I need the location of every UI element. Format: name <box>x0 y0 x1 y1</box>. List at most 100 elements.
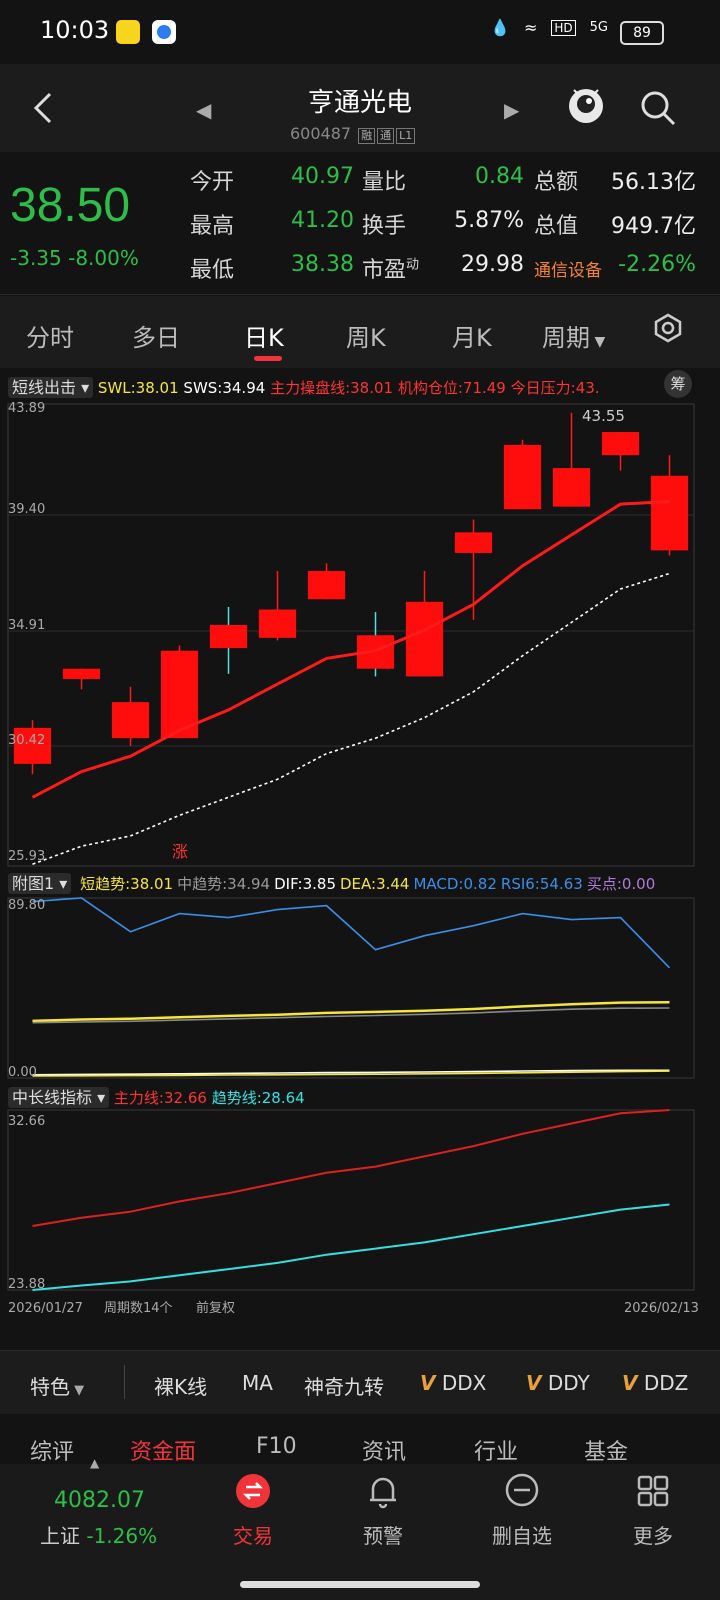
signal-icon: 5G <box>589 20 608 35</box>
period-count: 周期数14个 <box>104 1301 173 1316</box>
remove-favorite-label[interactable]: 删自选 <box>472 1520 572 1549</box>
sub1-legend-item: 短趋势:38.01 <box>80 875 174 893</box>
sub2-ymin: 23.88 <box>8 1277 45 1292</box>
next-stock-icon[interactable]: ▶ <box>504 98 519 122</box>
sub1-indicator-select[interactable]: 附图1 ▾ <box>8 873 72 894</box>
main-force-line <box>32 1109 670 1227</box>
tab-overview[interactable]: 综评 <box>30 1434 74 1466</box>
price-change: -3.35 -8.00% <box>10 246 139 270</box>
industry-link[interactable]: 通信设备 <box>534 256 602 281</box>
candle-body <box>552 468 591 507</box>
sub2-ymax: 32.66 <box>8 1114 45 1129</box>
more-grid-icon[interactable] <box>636 1474 670 1508</box>
volume-ratio-value: 0.84 <box>475 164 524 189</box>
turnover-rate-label: 换手 <box>362 214 407 239</box>
tab-f10[interactable]: F10 <box>256 1434 297 1459</box>
adjust-mode: 前复权 <box>196 1300 235 1316</box>
legend-main-force-line: 主力线:32.66 <box>113 1089 207 1107</box>
turnover-amount-label: 总额 <box>534 170 579 195</box>
candle-body <box>650 475 689 551</box>
stock-header: ◀ 亨通光电 600487 融通 L1 ▶ <box>0 64 720 152</box>
mascot-icon[interactable] <box>566 84 606 126</box>
indicator-toolbar: 特色 ▼ 裸K线 MA 神奇九转 V DDX V DDY V DDZ <box>0 1350 720 1415</box>
td-nine-button[interactable]: 神奇九转 <box>304 1371 384 1400</box>
pe-value: 29.98 <box>461 252 524 277</box>
tab-weekly-k[interactable]: 周K <box>346 318 386 353</box>
info-tabs: 综评 资金面 F10 资讯 行业 基金 <box>0 1414 720 1466</box>
rise-marker: 涨 <box>172 842 188 861</box>
volume-ratio-label: 量比 <box>362 170 407 195</box>
tag-level: L1 <box>396 128 416 144</box>
bottom-bar: ▲ 4082.07 上证 -1.26% 交易 预警 删自选 更多 <box>0 1456 720 1600</box>
ddx-button[interactable]: V DDX <box>420 1371 486 1395</box>
tab-daily-k[interactable]: 日K <box>244 318 284 353</box>
tab-fund[interactable]: 基金 <box>584 1434 628 1466</box>
turnover-amount-value: 56.13亿 <box>611 170 696 195</box>
candle-body <box>209 624 248 649</box>
stock-name: 亨通光电 <box>307 88 412 118</box>
low-label: 最低 <box>190 258 235 283</box>
candle-body <box>503 444 542 510</box>
trade-label[interactable]: 交易 <box>203 1520 303 1549</box>
settings-hex-icon[interactable] <box>652 312 684 344</box>
x-start-date: 2026/01/27 <box>8 1301 83 1316</box>
turnover-rate-value: 5.87% <box>454 208 524 233</box>
ddy-button[interactable]: V DDY <box>526 1371 590 1395</box>
alert-label[interactable]: 预警 <box>333 1520 433 1549</box>
more-label[interactable]: 更多 <box>603 1520 703 1549</box>
candle-body <box>111 702 150 739</box>
y-tick: 34.91 <box>8 618 45 633</box>
search-icon[interactable] <box>638 88 678 128</box>
high-label: 最高 <box>190 214 235 239</box>
sub1-series-line <box>32 897 671 969</box>
tab-monthly-k[interactable]: 月K <box>452 318 492 353</box>
naked-k-button[interactable]: 裸K线 <box>154 1371 207 1400</box>
candle-body <box>62 668 101 679</box>
stock-code: 600487 <box>290 124 352 143</box>
ma-button[interactable]: MA <box>242 1371 273 1395</box>
toolbar-divider <box>124 1365 125 1399</box>
sub2-legend: 中长线指标 ▾ 主力线:32.66 趋势线:28.64 <box>8 1084 305 1108</box>
special-dropdown[interactable]: 特色 ▼ <box>30 1371 84 1400</box>
sub1-legend-item: DIF:3.85 <box>274 875 336 893</box>
ddz-button[interactable]: V DDZ <box>622 1371 688 1395</box>
y-tick: 30.42 <box>8 733 45 748</box>
last-price: 38.50 <box>10 179 131 232</box>
home-indicator[interactable] <box>240 1581 480 1588</box>
water-drop-icon: 💧 <box>490 18 510 37</box>
bell-icon[interactable] <box>366 1472 400 1510</box>
remove-favorite-icon[interactable] <box>504 1472 540 1508</box>
kline-svg: 43.89 39.40 34.91 30.42 25.93 43.55 涨 89… <box>7 401 699 1316</box>
candle-body <box>258 609 297 638</box>
tab-multiday[interactable]: 多日 <box>132 318 180 353</box>
tab-capital[interactable]: 资金面 <box>130 1434 196 1466</box>
sub1-ymax: 89.80 <box>8 898 45 913</box>
status-bar: 10:03 💧 ≈ HD 5G 89 <box>0 0 720 64</box>
expand-up-icon[interactable]: ▲ <box>90 1456 99 1470</box>
browser-notification-icon <box>152 20 176 44</box>
kline-chart-area[interactable]: 短线出击 ▾ SWL:38.01 SWS:34.94 主力操盘线:38.01 机… <box>0 368 720 1358</box>
industry-change: -2.26% <box>618 252 696 277</box>
x-end-date: 2026/02/13 <box>624 1301 699 1316</box>
active-tab-indicator <box>254 356 282 361</box>
y-tick: 25.93 <box>8 849 45 864</box>
tab-intraday[interactable]: 分时 <box>26 318 74 353</box>
open-label: 今开 <box>190 170 235 195</box>
low-value: 38.38 <box>291 252 354 277</box>
sub2-panel-frame <box>7 1109 695 1291</box>
status-icons: 💧 ≈ HD 5G <box>490 18 608 37</box>
sub1-legend-item: 中趋势:34.94 <box>177 875 271 893</box>
v-icon: V <box>420 1371 436 1395</box>
swl-line <box>31 500 670 799</box>
index-quote[interactable]: 上证 -1.26% <box>40 1520 157 1549</box>
tab-news[interactable]: 资讯 <box>362 1434 406 1466</box>
trade-icon[interactable] <box>236 1474 270 1508</box>
v-icon: V <box>622 1371 638 1395</box>
pe-label: 市盈动 <box>362 257 420 283</box>
sub2-indicator-select[interactable]: 中长线指标 ▾ <box>8 1087 110 1108</box>
tab-period[interactable]: 周期 ▼ <box>542 318 605 353</box>
period-tabs: 分时 多日 日K 周K 月K 周期 ▼ <box>0 296 720 368</box>
app-notification-icon <box>116 20 140 44</box>
index-value[interactable]: 4082.07 <box>54 1488 145 1513</box>
tab-industry[interactable]: 行业 <box>474 1434 518 1466</box>
